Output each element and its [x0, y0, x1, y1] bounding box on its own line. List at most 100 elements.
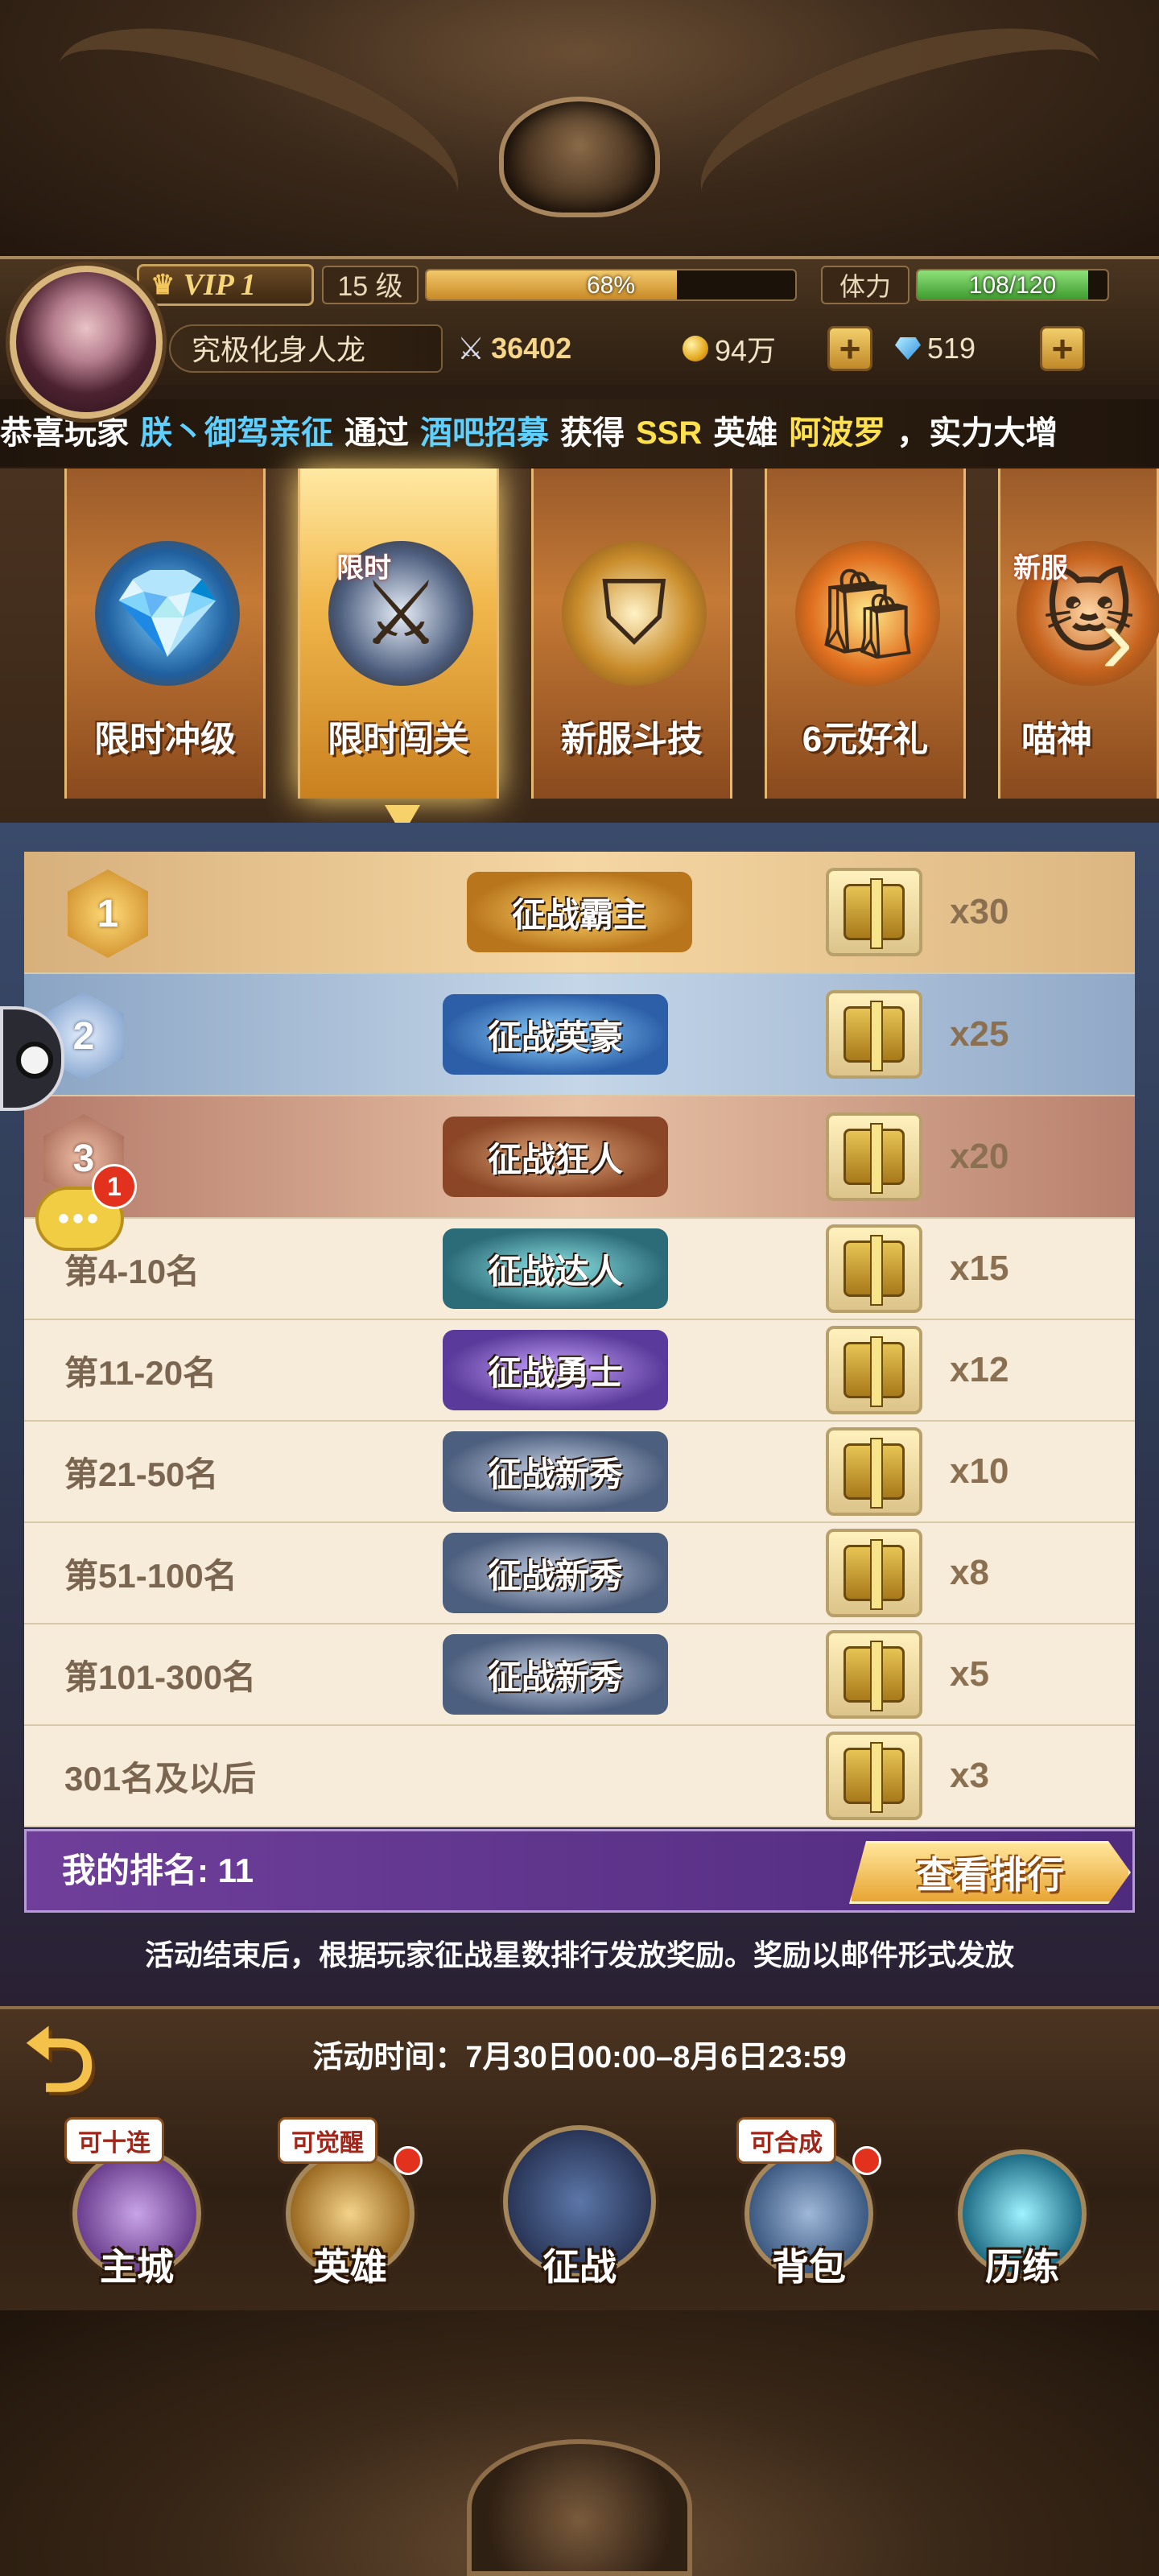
- chevron-right-icon[interactable]: ›: [1101, 588, 1157, 692]
- gold-value: 94万: [715, 334, 777, 367]
- bottom-decorative-frame: [0, 2310, 1159, 2576]
- crown-icon: ♛: [151, 270, 175, 300]
- tab-label: 新服斗技: [561, 720, 703, 759]
- bottom-emblem-icon: [467, 2439, 692, 2576]
- activity-tabs: 💎 限时冲级 ⚔ 限时 限时闯关 ⛉ 新服斗技 🛍 6元好礼 🐱 新服 喵神: [0, 469, 1159, 823]
- stamina-bar: 108/120: [916, 269, 1109, 301]
- table-row: 第51-100名 征战新秀 x8: [24, 1523, 1135, 1624]
- reward-table: 1 征战霸主 x30 2 征战英豪 x25 3 征战狂人 x20 第4-10名 …: [24, 852, 1135, 1827]
- combat-power: ⚔ 36402: [457, 331, 658, 367]
- marquee-hero: 阿波罗: [789, 415, 886, 451]
- frame-wing-left: [33, 0, 482, 270]
- table-row: 第21-50名 征战新秀 x10: [24, 1422, 1135, 1523]
- winged-emblem-icon: ⛉: [562, 541, 707, 686]
- nav-label: 英雄: [313, 2246, 387, 2288]
- tab-label: 限时闯关: [328, 720, 469, 759]
- marquee-source: 酒吧招募: [420, 415, 549, 451]
- vip-label: VIP 1: [183, 268, 256, 302]
- reward-chest-icon[interactable]: [826, 1326, 922, 1414]
- rank-range: 第11-20名: [64, 1353, 217, 1392]
- tab-gift-pack[interactable]: 🛍 6元好礼: [765, 469, 966, 799]
- player-level: 15 级: [322, 266, 419, 304]
- gold-medal-icon: 1: [68, 869, 148, 958]
- title-badge: 征战新秀: [443, 1533, 668, 1613]
- view-ranking-button[interactable]: 查看排行: [849, 1841, 1131, 1904]
- tab-label: 6元好礼: [802, 720, 929, 759]
- treasure-chest-icon: 💎: [95, 541, 240, 686]
- nav-main-city[interactable]: 可十连 主城: [56, 2117, 217, 2294]
- reward-chest-icon[interactable]: [826, 1529, 922, 1617]
- tab-tag: 限时: [336, 553, 391, 584]
- xp-progress-text: 68%: [586, 272, 636, 299]
- table-row: 3 征战狂人 x20: [24, 1096, 1135, 1219]
- add-gem-button[interactable]: +: [1040, 326, 1085, 371]
- reward-quantity: x25: [950, 1014, 1009, 1054]
- player-name: 究极化身人龙: [169, 324, 443, 373]
- tab-timed-challenge[interactable]: ⚔ 限时 限时闯关: [298, 469, 499, 799]
- title-badge: 征战狂人: [443, 1117, 668, 1197]
- xp-progress-bar: 68%: [425, 269, 797, 301]
- reward-chest-icon[interactable]: [826, 1113, 922, 1201]
- reward-chest-icon[interactable]: [826, 868, 922, 956]
- nav-training[interactable]: 历练: [942, 2117, 1103, 2294]
- rank-range: 第101-300名: [64, 1657, 257, 1696]
- reward-chest-icon[interactable]: [826, 1427, 922, 1516]
- reward-quantity: x3: [950, 1756, 989, 1795]
- chat-button[interactable]: ••• 1: [35, 1164, 140, 1267]
- gift-bag-icon: 🛍: [795, 541, 940, 686]
- player-info-row: 究极化身人龙 ⚔ 36402 94万 + 519 +: [169, 322, 1151, 375]
- nav-label: 主城: [100, 2246, 174, 2288]
- announcement-marquee: 恭喜玩家 朕丶御驾亲征 通过 酒吧招募 获得 SSR 英雄 阿波罗 ，实力大增: [0, 399, 1159, 467]
- nav-campaign[interactable]: 征战: [499, 2117, 660, 2294]
- table-row: 301名及以后 x3: [24, 1726, 1135, 1827]
- reward-quantity: x30: [950, 892, 1009, 931]
- crossed-swords-icon: ⚔: [457, 332, 485, 366]
- top-decorative-frame: [0, 0, 1159, 270]
- stamina-label: 体力: [821, 266, 909, 304]
- marquee-hero-word: 英雄: [713, 415, 778, 451]
- marquee-via: 通过: [344, 415, 409, 451]
- nav-heroes[interactable]: 可觉醒 英雄: [270, 2117, 431, 2294]
- nav-tag: 可合成: [736, 2117, 836, 2164]
- notification-dot: [394, 2146, 423, 2175]
- title-badge: 征战达人: [443, 1228, 668, 1309]
- marquee-rarity: SSR: [636, 415, 703, 451]
- rank-range: 第51-100名: [64, 1556, 237, 1595]
- reward-quantity: x12: [950, 1350, 1009, 1389]
- title-badge: 征战勇士: [443, 1330, 668, 1410]
- reward-rules-note: 活动结束后，根据玩家征战星数排行发放奖励。奖励以邮件形式发放: [144, 1938, 1014, 1971]
- stamina[interactable]: 体力 108/120: [821, 266, 1119, 304]
- table-row: 第101-300名 征战新秀 x5: [24, 1624, 1135, 1726]
- marquee-player: 朕丶御驾亲征: [140, 415, 333, 451]
- frame-wing-right: [677, 0, 1126, 270]
- reward-chest-icon[interactable]: [826, 1224, 922, 1313]
- nav-tag: 可十连: [64, 2117, 164, 2164]
- nav-label: 背包: [772, 2246, 846, 2288]
- nav-label: 征战: [542, 2246, 617, 2288]
- add-gold-button[interactable]: +: [827, 326, 872, 371]
- reward-chest-icon[interactable]: [826, 1630, 922, 1719]
- reward-quantity: x8: [950, 1553, 989, 1592]
- reward-chest-icon[interactable]: [826, 1732, 922, 1820]
- gem-currency: 519: [895, 332, 1040, 365]
- vip-badge[interactable]: ♛ VIP 1: [137, 264, 314, 306]
- nav-backpack[interactable]: 可合成 背包: [728, 2117, 889, 2294]
- stamina-text: 108/120: [968, 272, 1057, 299]
- my-rank-bar: 我的排名: 11 查看排行: [24, 1829, 1135, 1913]
- event-time: 活动时间：7月30日00:00–8月6日23:59: [312, 2041, 847, 2074]
- title-badge: 征战新秀: [443, 1634, 668, 1715]
- tab-new-server-arena[interactable]: ⛉ 新服斗技: [531, 469, 732, 799]
- tab-level-rush[interactable]: 💎 限时冲级: [64, 469, 266, 799]
- reward-quantity: x20: [950, 1137, 1009, 1176]
- player-avatar[interactable]: [10, 266, 163, 419]
- rank-range: 301名及以后: [64, 1759, 257, 1798]
- table-row: 2 征战英豪 x25: [24, 974, 1135, 1096]
- reward-quantity: x5: [950, 1654, 989, 1694]
- combat-power-value: 36402: [491, 332, 572, 365]
- reward-chest-icon[interactable]: [826, 990, 922, 1079]
- title-badge: 征战霸主: [467, 872, 692, 952]
- marquee-suffix: ，实力大增: [897, 415, 1058, 451]
- rank-range: 第21-50名: [64, 1455, 219, 1493]
- marquee-prefix: 恭喜玩家: [0, 415, 129, 451]
- notification-dot: [852, 2146, 881, 2175]
